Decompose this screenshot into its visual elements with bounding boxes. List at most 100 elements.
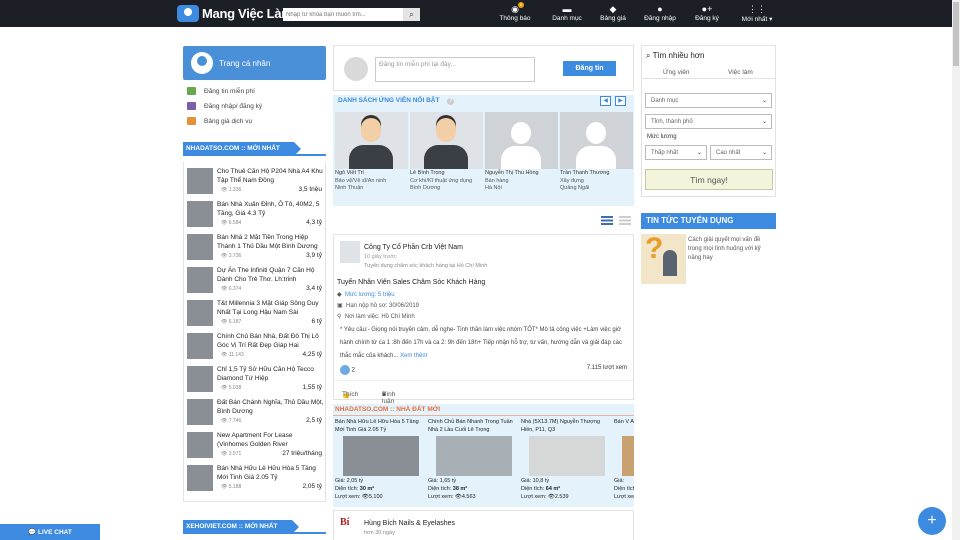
- nav-notifications[interactable]: ◉ 0 Thông báo: [497, 2, 533, 26]
- company-avatar[interactable]: [340, 241, 360, 263]
- nav-categories[interactable]: ▬ Danh mục: [547, 4, 587, 26]
- plus-icon: +: [927, 512, 937, 529]
- nav-register[interactable]: ●+ Đăng ký: [691, 4, 723, 26]
- listing-item[interactable]: Bán Nhà Hữu Lê Hữu Hòa 5 Tầng Mới Tinh G…: [187, 462, 324, 495]
- news-item[interactable]: Cách giải quyết mọi vấn đề trong mọi tìn…: [641, 234, 776, 284]
- post-time: 10 giây trước: [364, 254, 397, 260]
- search-now-button[interactable]: Tìm ngay!: [645, 169, 773, 190]
- listing-thumbnail: [187, 300, 213, 326]
- nhadat-listings: Cho Thuê Căn Hộ P204 Nhà A4 Khu Tập Thể …: [183, 162, 326, 502]
- post-button[interactable]: Đăng tin: [563, 61, 616, 76]
- listing-item[interactable]: Chỉ 1,5 Tỷ Sở Hữu Căn Hộ Tecco Diamond T…: [187, 363, 324, 396]
- nav-pricing[interactable]: ◆ Bảng giá: [596, 4, 630, 26]
- news-title[interactable]: Cách giải quyết mọi vấn đề trong mọi tìn…: [688, 236, 774, 263]
- eye-icon: 👁 7.746: [221, 418, 242, 424]
- job-description: * Yêu cầu:- Giọng nói truyền cảm, dễ ngh…: [340, 327, 622, 359]
- section-title: NHADATSO.COM :: NHÀ ĐẤT MỚI: [333, 404, 634, 416]
- profile-button[interactable]: Trang cá nhân: [183, 46, 326, 80]
- caret-down-icon: ▾: [769, 16, 773, 23]
- menu-login-register[interactable]: Đăng nhập/ đăng ký: [187, 100, 327, 112]
- search-input[interactable]: [283, 8, 403, 21]
- nav-newest[interactable]: ⋮⋮ Mới nhất ▾: [737, 4, 777, 26]
- eye-icon: 👁 6.374: [221, 286, 242, 292]
- candidate-card[interactable]: Ngô Viết Trí Bảo vệ/Vệ sĩ/An ninh Ninh Thu…: [335, 112, 408, 202]
- eye-icon: 👁 11.143: [221, 352, 244, 358]
- eye-icon: 👁 5.188: [221, 484, 242, 490]
- chevron-down-icon: ⌄: [761, 150, 767, 156]
- post-textarea[interactable]: Đăng tin miễn phí tại đây...: [375, 57, 535, 82]
- listing-thumbnail: [187, 234, 213, 260]
- nav-login[interactable]: ● Đăng nhập: [640, 4, 680, 26]
- listing-item[interactable]: Bán Nhà 2 Mặt Tiền Trong Hiệp Thành 1 Th…: [187, 231, 324, 264]
- business-name[interactable]: Hùng Bích Nails & Eyelashes: [364, 520, 455, 527]
- deadline-text: Hạn nộp hồ sơ: 30/06/2019: [346, 303, 420, 309]
- site-logo[interactable]: Mang Việc Làm: [177, 3, 293, 23]
- salary-min-select[interactable]: Thấp nhất ⌄: [645, 145, 707, 160]
- candidate-card[interactable]: Trần Thanh Thương Xây dựng Quảng Ngãi: [560, 112, 633, 202]
- eye-icon: 👁 6.584: [221, 220, 242, 226]
- next-arrow-icon[interactable]: ▶: [615, 96, 626, 106]
- eye-icon: 👁 6.187: [221, 319, 242, 325]
- tab-jobs[interactable]: Việc làm: [728, 69, 753, 76]
- chat-icon: 💬: [28, 529, 39, 536]
- job-title[interactable]: Tuyển Nhân Viên Sales Chăm Sóc Khách Hàn…: [337, 279, 485, 286]
- tag-icon: [187, 117, 196, 125]
- candidate-card[interactable]: Lê Bình Trọng Cơ khí/Kĩ thuật ứng dụng Bìn…: [410, 112, 483, 202]
- listing-item[interactable]: New Apartment For Lease (Vinhomes Golden…: [187, 429, 324, 462]
- property-image: [529, 436, 605, 476]
- grid-icon: ⋮⋮: [748, 4, 766, 14]
- globe-icon: ◉: [511, 4, 519, 14]
- listing-item[interactable]: Chính Chủ Bán Nhà, Đất Đô Thị Lô Góc Vị …: [187, 330, 324, 363]
- help-icon[interactable]: ?: [447, 98, 455, 105]
- prev-arrow-icon[interactable]: ◀: [600, 96, 611, 106]
- post-box: Đăng tin miễn phí tại đây... Đăng tin: [333, 45, 634, 91]
- property-card[interactable]: Bán Nhà Hữu Lê Hữu Hòa 5 Tầng Mới Tinh G…: [335, 418, 423, 506]
- listing-item[interactable]: T&t Millennia 3 Mặt Giáp Sông Duy Nhất T…: [187, 297, 324, 330]
- document-icon: [187, 87, 196, 95]
- news-thumbnail: [641, 234, 686, 284]
- add-button[interactable]: +: [918, 507, 946, 535]
- menu-post-free[interactable]: Đăng tin miễn phí: [187, 85, 327, 97]
- tab-candidates[interactable]: Ứng viên: [663, 69, 690, 76]
- list-view-icon[interactable]: [601, 216, 613, 225]
- company-name[interactable]: Công Ty Cổ Phần Crb Việt Nam: [364, 244, 463, 251]
- eye-icon: 👁 3.971: [221, 451, 242, 457]
- listing-item[interactable]: Dự Án The Infiniti Quận 7 Căn Hộ Dành Ch…: [187, 264, 324, 297]
- menu-pricing[interactable]: Bảng giá dịch vụ: [187, 115, 327, 127]
- listing-item[interactable]: Đất Bán Chánh Nghĩa, Thủ Dầu Một, Bình D…: [187, 396, 324, 429]
- listing-item[interactable]: Cho Thuê Căn Hộ P204 Nhà A4 Khu Tập Thể …: [187, 165, 324, 198]
- xehoi-section-header: XEHOIVIET.COM :: MỚI NHẤT: [183, 520, 326, 534]
- logo-icon: [177, 4, 199, 22]
- briefcase-icon: ▬: [562, 4, 572, 14]
- location-text: Nơi làm việc: Hồ Chí Minh: [344, 314, 415, 320]
- post-summary: Tuyển dụng chăm sóc khách hàng tại Hồ Ch…: [364, 263, 488, 269]
- notification-badge: 0: [518, 2, 524, 8]
- like-count[interactable]: 2: [340, 365, 355, 375]
- eye-icon: 👁 5.038: [221, 385, 242, 391]
- chevron-down-icon: ⌄: [696, 150, 702, 156]
- listing-item[interactable]: Bán Nhà Xuân Đỉnh, Ô Tô, 40M2, 5 Tầng, G…: [187, 198, 324, 231]
- page-scrollbar[interactable]: [952, 0, 960, 540]
- property-card[interactable]: Chính Chủ Bán Nhanh Trong Tuần Nhà 2 Lầu…: [428, 418, 516, 506]
- chevron-down-icon: ⌄: [761, 119, 767, 125]
- listing-thumbnail: [187, 432, 213, 458]
- grid-view-icon[interactable]: [619, 216, 631, 225]
- search-icon[interactable]: ⌕: [403, 8, 420, 21]
- nhadat-section-header: NHADATSO.COM :: MỚI NHẤT: [183, 142, 326, 156]
- property-image: [436, 436, 512, 476]
- property-card[interactable]: Bán V An P Giá: Diện tích: Lượt xem:: [614, 418, 634, 506]
- header-search: ⌕: [283, 8, 420, 21]
- see-more-link[interactable]: Xem thêm: [400, 353, 427, 359]
- listing-thumbnail: [187, 201, 213, 227]
- candidate-photo: [560, 112, 633, 169]
- business-logo[interactable]: Bí: [340, 517, 360, 537]
- live-chat-button[interactable]: 💬 LIVE CHAT: [0, 524, 100, 540]
- candidate-card[interactable]: Nguyễn Thị Thu Hồng Bán hàng Hà Nội: [485, 112, 558, 202]
- listing-thumbnail: [187, 399, 213, 425]
- salary-max-select[interactable]: Cao nhất ⌄: [710, 145, 772, 160]
- city-select[interactable]: Tỉnh, thành phố ⌄: [645, 114, 772, 129]
- map-pin-icon: ⚲: [337, 314, 345, 320]
- category-select[interactable]: Danh mục ⌄: [645, 93, 772, 108]
- scrollbar-thumb[interactable]: [953, 2, 959, 66]
- property-card[interactable]: Nhà (5X13.7M) Nguyễn Thượng Hiền, P11, Q…: [521, 418, 609, 506]
